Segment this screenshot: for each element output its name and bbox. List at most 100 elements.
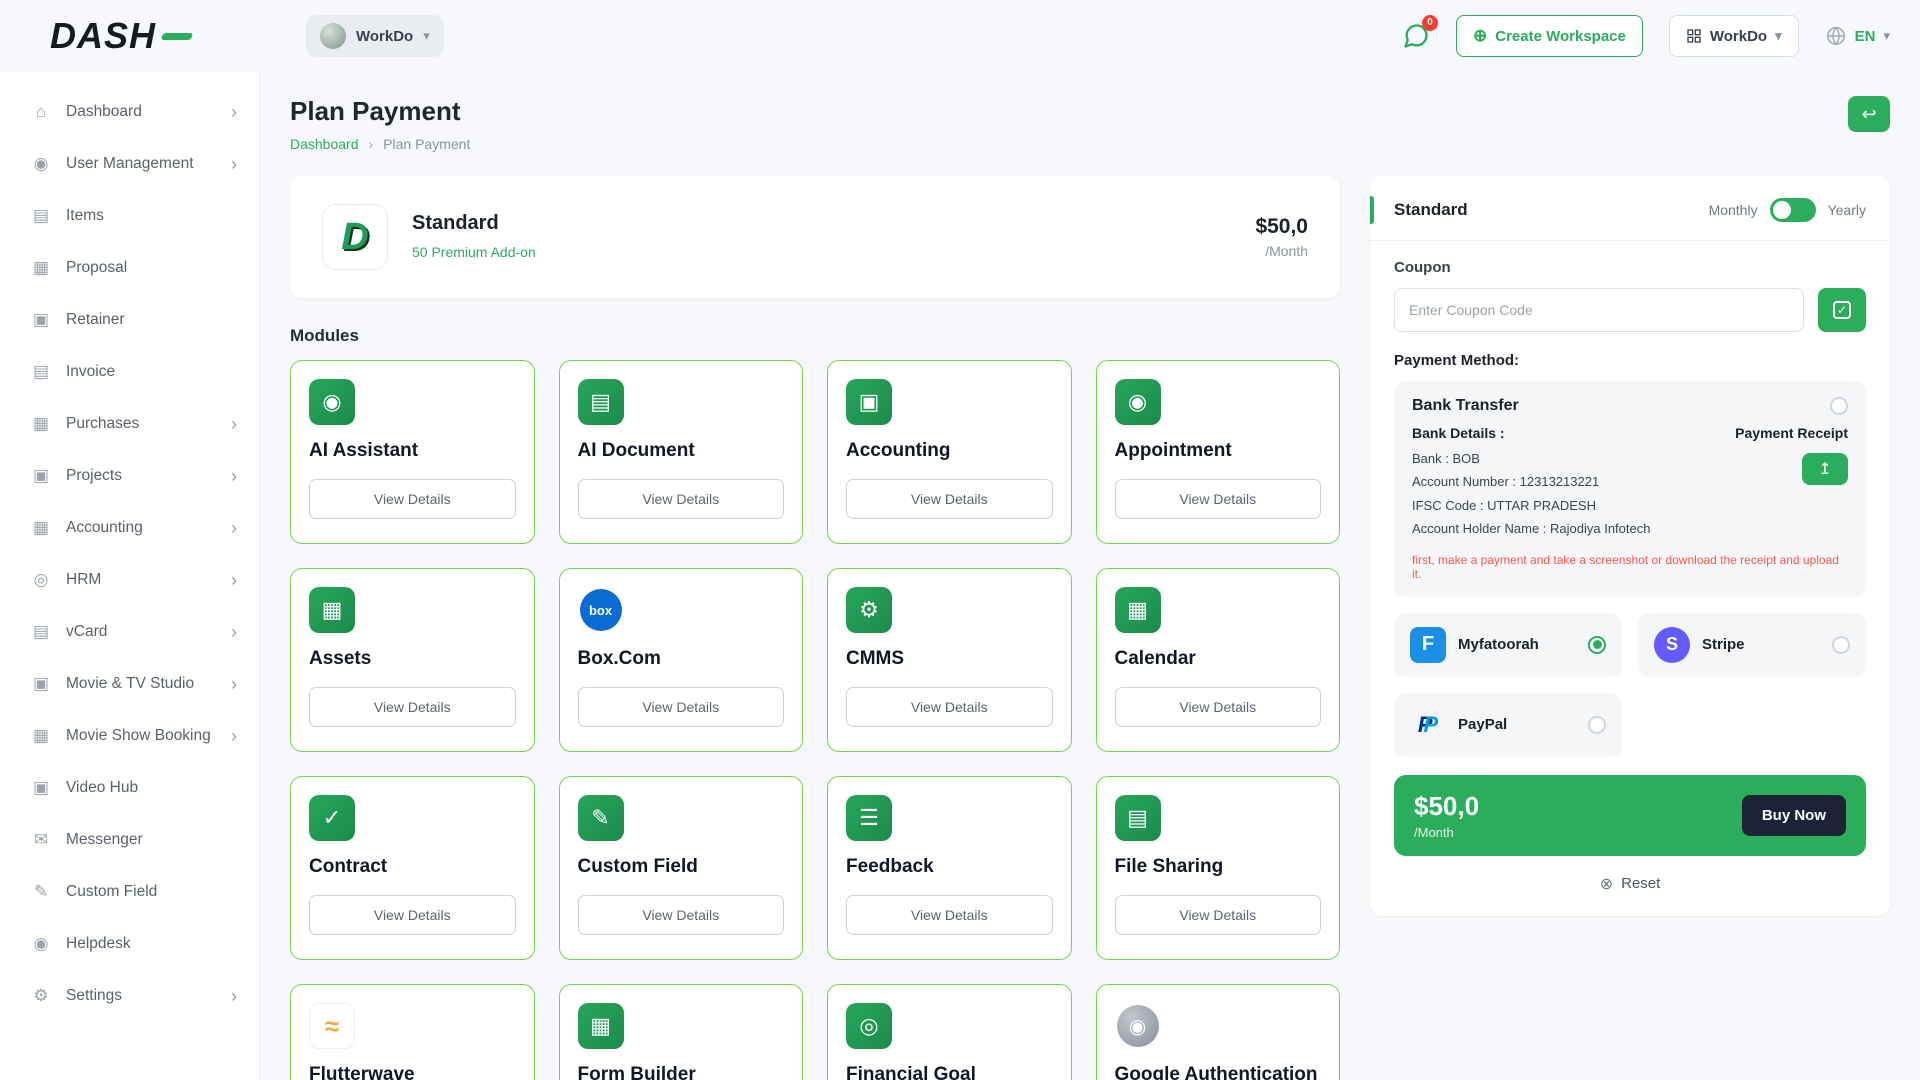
plan-and-modules: D Standard 50 Premium Add-on $50,0 /Mont… [290, 176, 1340, 1080]
chevron-right-icon: › [231, 517, 237, 538]
billing-switch: Monthly Yearly [1709, 198, 1866, 222]
content-columns: D Standard 50 Premium Add-on $50,0 /Mont… [290, 176, 1890, 1080]
upload-receipt-button[interactable]: ↥ [1802, 453, 1848, 485]
view-details-button[interactable]: View Details [577, 686, 784, 727]
checkbox-check-icon: ✓ [1833, 301, 1851, 319]
view-details-button[interactable]: View Details [846, 894, 1053, 935]
sidebar-item-label: HRM [66, 571, 102, 588]
view-details-button[interactable]: View Details [309, 478, 516, 519]
sidebar-item-messenger[interactable]: ✉ Messenger [0, 814, 259, 866]
gateway-stripe-radio[interactable] [1832, 635, 1850, 654]
module-name: File Sharing [1114, 856, 1224, 877]
view-details-button[interactable]: View Details [846, 478, 1053, 519]
bank-detail-line: IFSC Code : UTTAR PRADESH [1412, 497, 1596, 513]
upload-icon: ↥ [1818, 461, 1832, 478]
stripe-logo-icon: S [1654, 626, 1690, 663]
box-logo-text: box [579, 589, 622, 631]
workdo-apps-button[interactable]: WorkDo ▾ [1668, 15, 1799, 57]
cmms-gear-icon: ⚙ [846, 587, 892, 633]
payment-receipt-block: Payment Receipt ↥ [1735, 425, 1848, 541]
sidebar-item-projects[interactable]: ▣ Projects › [0, 450, 259, 502]
view-details-button[interactable]: View Details [577, 478, 784, 519]
view-details-button[interactable]: View Details [309, 894, 516, 935]
billing-toggle[interactable] [1769, 198, 1816, 222]
breadcrumb-dashboard-link[interactable]: Dashboard [290, 136, 359, 152]
calendar-icon: ▦ [1114, 587, 1161, 633]
chevron-right-icon: › [231, 569, 237, 590]
gateway-paypal[interactable]: PP PayPal [1394, 692, 1622, 757]
gateway-grid: F Myfatoorah S Stripe PP PayPal [1394, 612, 1866, 757]
chevron-right-icon: › [231, 621, 237, 642]
chevron-right-icon: › [231, 413, 237, 434]
language-selector[interactable]: EN ▾ [1825, 25, 1890, 47]
module-name: Accounting [846, 440, 951, 461]
chevron-right-icon: › [231, 673, 237, 694]
logo-text: DASH [50, 15, 157, 56]
plan-period: /Month [1265, 243, 1308, 259]
module-name: Calendar [1114, 648, 1196, 669]
sidebar-item-video-hub[interactable]: ▣ Video Hub [0, 762, 259, 814]
gateway-myfatoorah[interactable]: F Myfatoorah [1394, 612, 1622, 677]
banner-price-block: $50,0 /Month [1414, 791, 1479, 840]
chevron-down-icon: ▾ [1883, 28, 1890, 43]
premium-addon-link[interactable]: 50 Premium Add-on [412, 244, 536, 260]
sidebar-item-custom-field[interactable]: ✎ Custom Field [0, 866, 259, 918]
sidebar-item-user-management[interactable]: ◉ User Management › [0, 138, 259, 190]
sidebar-item-retainer[interactable]: ▣ Retainer [0, 294, 259, 346]
form-builder-grid-icon: ▦ [577, 1003, 624, 1049]
module-name: Feedback [846, 856, 934, 877]
create-workspace-button[interactable]: ⊕ Create Workspace [1455, 15, 1643, 57]
sidebar-item-movie-show-booking[interactable]: ▦ Movie Show Booking › [0, 710, 259, 762]
sidebar-item-label: Helpdesk [66, 935, 131, 952]
bank-detail-line: Account Number : 12313213221 [1412, 474, 1600, 490]
assets-grid-icon: ▦ [309, 587, 355, 633]
gateway-stripe[interactable]: S Stripe [1638, 612, 1866, 677]
back-button[interactable]: ↩ [1848, 96, 1890, 132]
bank-transfer-title: Bank Transfer [1412, 397, 1519, 414]
view-details-button[interactable]: View Details [1114, 686, 1321, 727]
view-details-button[interactable]: View Details [846, 686, 1053, 727]
view-details-button[interactable]: View Details [1114, 478, 1321, 519]
modules-grid: ◉ AI Assistant View Details ▤ AI Documen… [290, 360, 1340, 1080]
sidebar-item-purchases[interactable]: ▦ Purchases › [0, 398, 259, 450]
buy-now-button[interactable]: Buy Now [1741, 794, 1846, 836]
bank-transfer-option[interactable]: Bank Transfer Bank Details : Bank : BOB A… [1394, 381, 1866, 597]
retainer-icon: ▣ [32, 310, 50, 329]
sidebar-item-label: Accounting [66, 519, 143, 536]
bank-detail-line: Bank : BOB [1412, 451, 1480, 466]
workspace-selector[interactable]: WorkDo ▾ [306, 15, 444, 57]
sidebar-item-invoice[interactable]: ▤ Invoice [0, 346, 259, 398]
apply-coupon-button[interactable]: ✓ [1818, 288, 1866, 332]
view-details-button[interactable]: View Details [309, 686, 516, 727]
sidebar-item-dashboard[interactable]: ⌂ Dashboard › [0, 86, 259, 138]
sidebar-item-items[interactable]: ▤ Items [0, 190, 259, 242]
coupon-label: Coupon [1394, 259, 1451, 276]
sidebar-item-movie-tv-studio[interactable]: ▣ Movie & TV Studio › [0, 658, 259, 710]
breadcrumb: Dashboard › Plan Payment [290, 136, 470, 152]
sidebar-item-settings[interactable]: ⚙ Settings › [0, 970, 259, 1022]
sidebar-item-helpdesk[interactable]: ◉ Helpdesk [0, 918, 259, 970]
messages-button[interactable]: 0 [1402, 15, 1438, 50]
sidebar-item-accounting[interactable]: ▦ Accounting › [0, 502, 259, 554]
coupon-input[interactable] [1394, 288, 1804, 332]
billing-monthly-label[interactable]: Monthly [1709, 202, 1758, 218]
sidebar-item-hrm[interactable]: ◎ HRM › [0, 554, 259, 606]
gateway-paypal-radio[interactable] [1588, 715, 1606, 734]
gateway-myfatoorah-radio[interactable] [1588, 635, 1606, 654]
module-card-ai-assistant: ◉ AI Assistant View Details [290, 360, 535, 544]
view-details-button[interactable]: View Details [577, 894, 784, 935]
google-auth-icon: ◉ [1115, 1003, 1161, 1049]
toggle-knob [1772, 201, 1791, 219]
reset-button[interactable]: ⊗ Reset [1394, 874, 1866, 894]
billing-yearly-label[interactable]: Yearly [1828, 202, 1866, 218]
hrm-icon: ◎ [33, 570, 49, 589]
checkout-header: Standard Monthly Yearly [1370, 196, 1866, 224]
page-title: Plan Payment [290, 96, 461, 126]
invoice-icon: ▤ [32, 362, 50, 381]
view-details-button[interactable]: View Details [1114, 894, 1321, 935]
sidebar-item-proposal[interactable]: ▦ Proposal [0, 242, 259, 294]
sidebar-item-vcard[interactable]: ▤ vCard › [0, 606, 259, 658]
sidebar-item-label: Projects [66, 467, 122, 484]
module-name: Google Authentication [1114, 1064, 1318, 1080]
bank-transfer-radio[interactable] [1830, 397, 1848, 415]
